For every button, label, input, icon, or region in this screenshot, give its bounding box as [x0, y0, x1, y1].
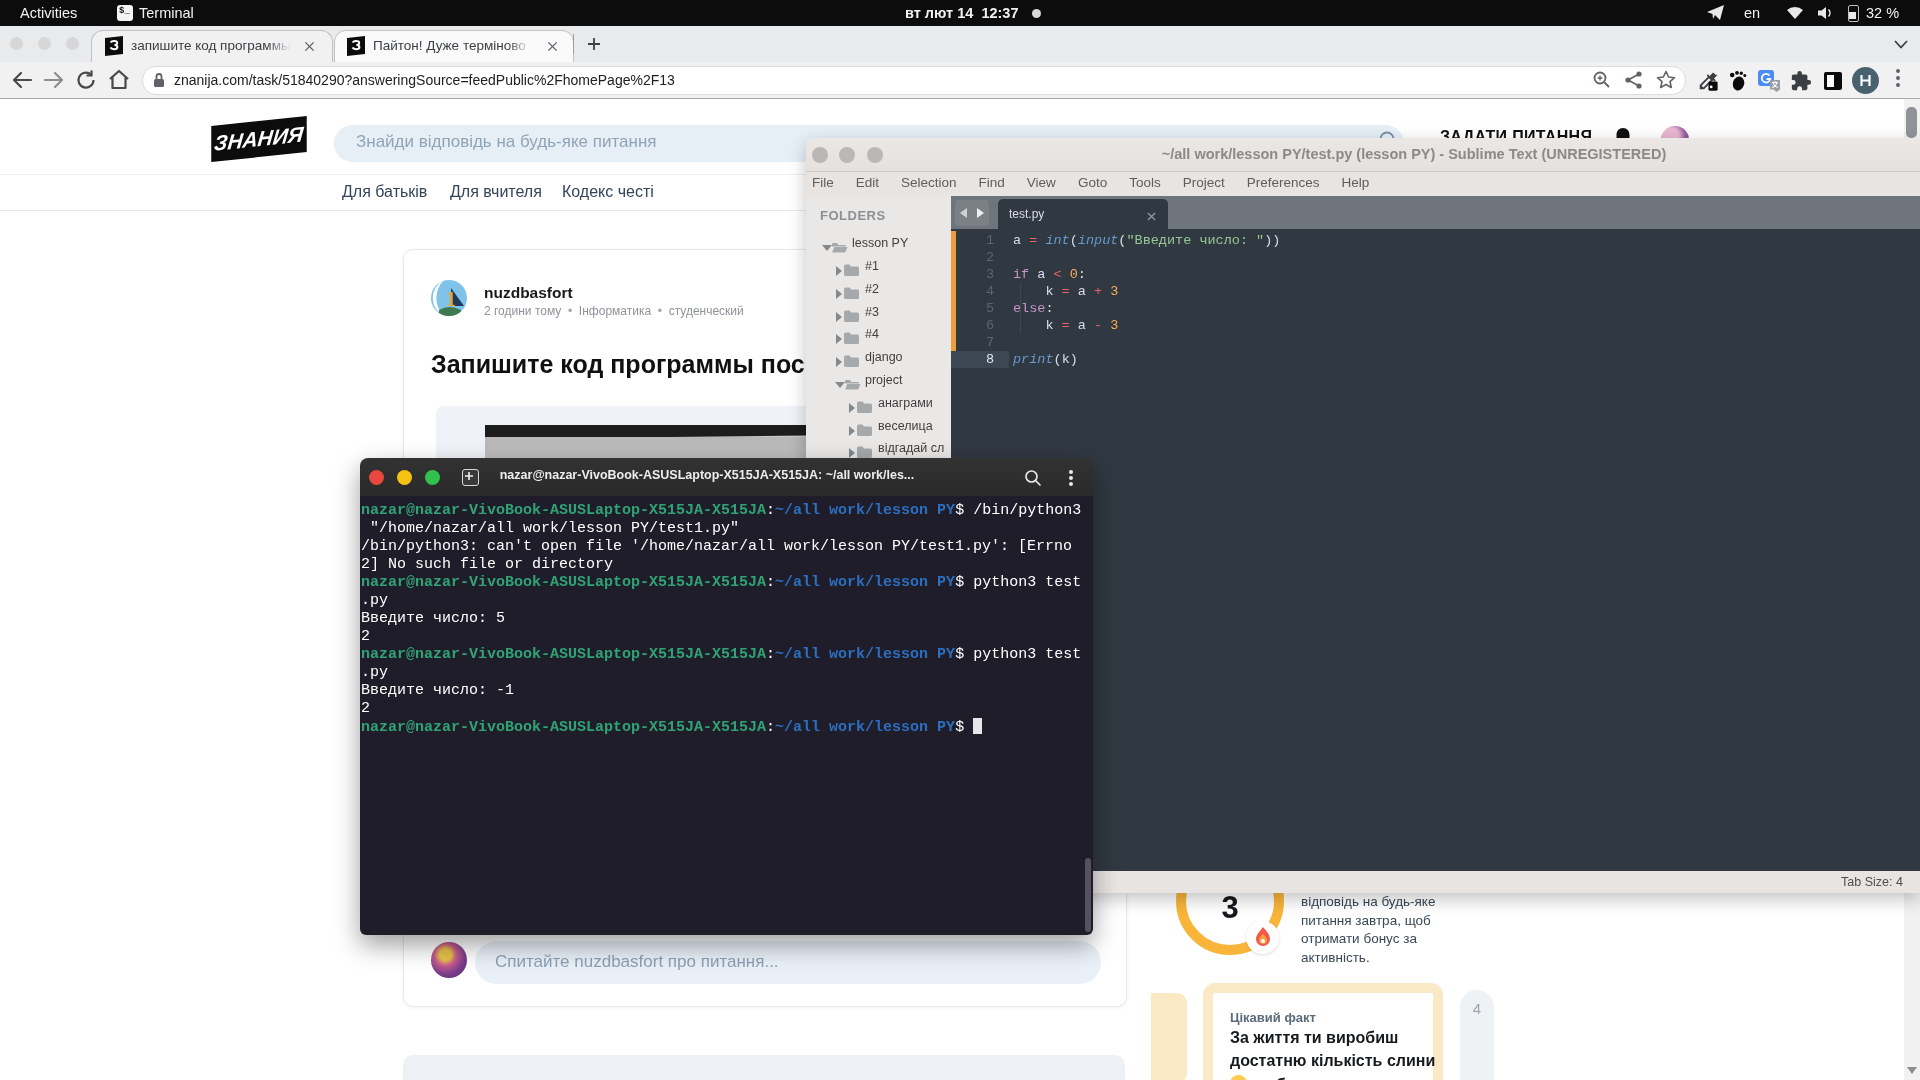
svg-text:1: 1: [446, 288, 456, 310]
